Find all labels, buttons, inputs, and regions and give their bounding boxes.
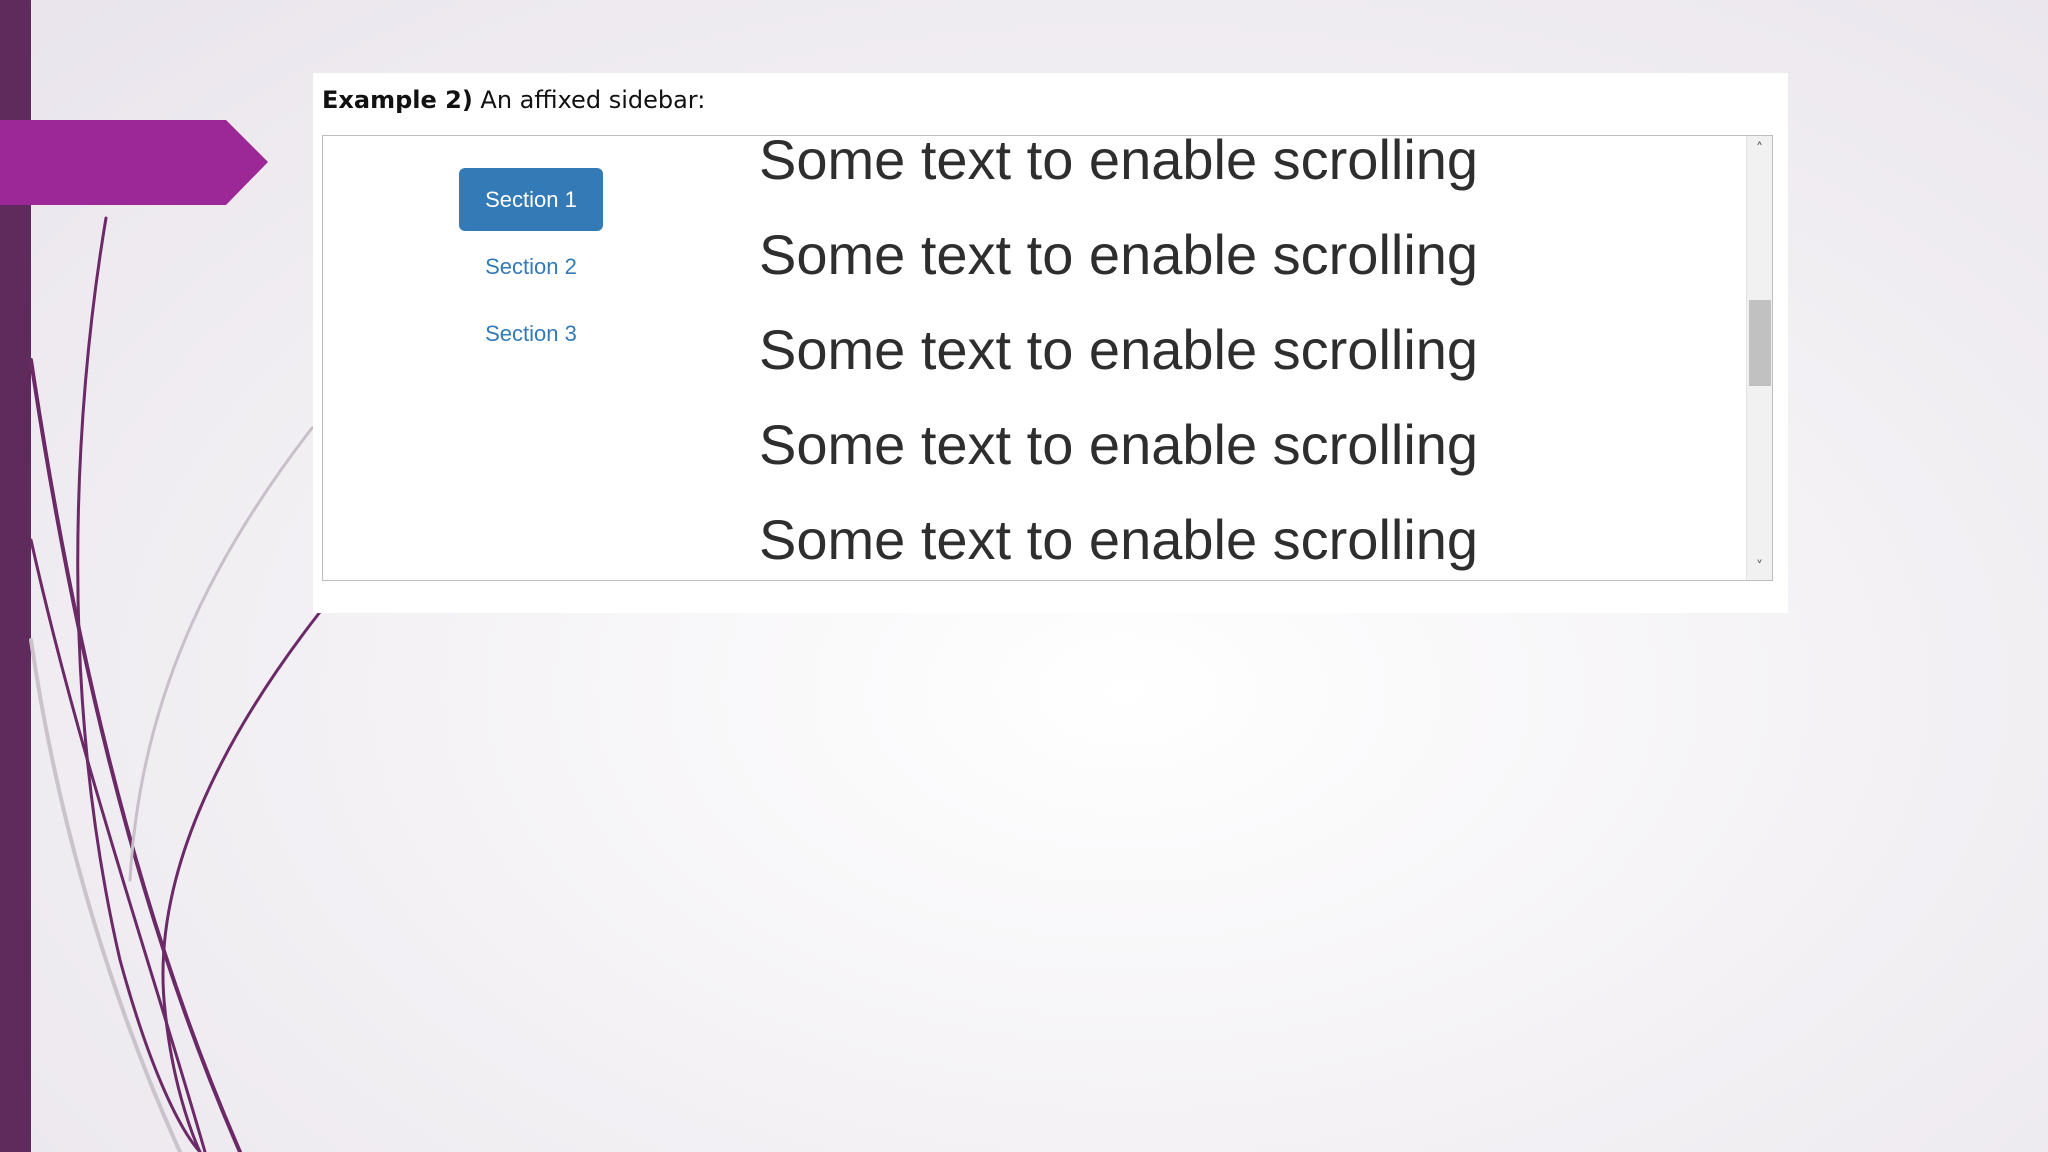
- nav-item-section-1[interactable]: Section 1: [459, 168, 603, 231]
- decor-curve: [29, 538, 207, 1152]
- chevron-down-icon[interactable]: ˅: [1747, 554, 1772, 580]
- scrollbar-thumb[interactable]: [1749, 300, 1771, 386]
- scrollspy-demo-frame[interactable]: Section 1 Section 2 Section 3 Some text …: [322, 135, 1773, 581]
- nav-item-section-2[interactable]: Section 2: [459, 235, 603, 298]
- slide-arrow-banner: [0, 120, 268, 205]
- example-heading-text: An affixed sidebar:: [472, 86, 706, 114]
- affixed-sidebar-nav: Section 1 Section 2 Section 3: [459, 168, 603, 369]
- chevron-up-icon[interactable]: ˄: [1747, 136, 1772, 162]
- content-line: Some text to enable scrolling: [759, 223, 1479, 286]
- content-line: Some text to enable scrolling: [759, 135, 1479, 191]
- decor-curve: [29, 358, 242, 1152]
- decor-curve: [161, 610, 322, 1152]
- example-heading: Example 2) An affixed sidebar:: [322, 86, 705, 114]
- decor-curve: [76, 216, 202, 1152]
- example-panel: Example 2) An affixed sidebar: Section 1…: [313, 73, 1788, 613]
- content-line: Some text to enable scrolling: [759, 413, 1479, 476]
- decor-curve: [128, 426, 314, 882]
- nav-item-section-3[interactable]: Section 3: [459, 302, 603, 365]
- content-line: Some text to enable scrolling: [759, 508, 1479, 571]
- vertical-scrollbar[interactable]: ˄ ˅: [1746, 136, 1772, 580]
- scroll-content: Some text to enable scrolling Some text …: [759, 135, 1619, 580]
- content-line: Some text to enable scrolling: [759, 318, 1479, 381]
- example-heading-bold: Example 2): [322, 86, 473, 114]
